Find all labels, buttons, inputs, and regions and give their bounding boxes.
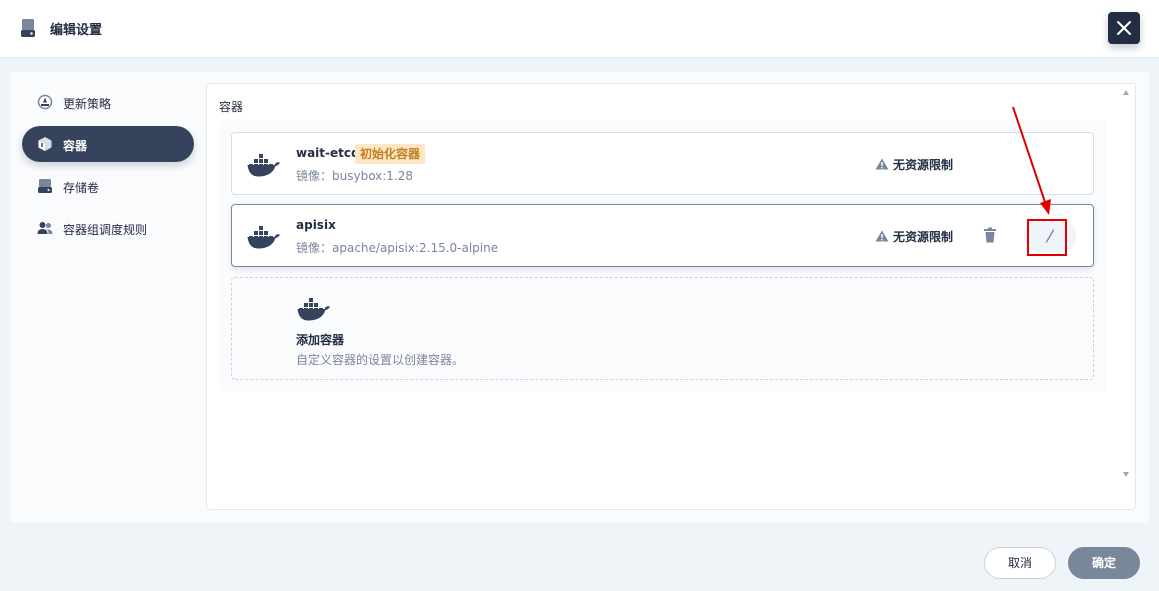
sidebar-item-pod-scheduling[interactable]: 容器组调度规则 — [22, 210, 194, 246]
container-image: 镜像：busybox:1.28 — [296, 169, 414, 183]
resource-limit-label: 无资源限制 — [893, 158, 954, 172]
container-name: apisix — [296, 218, 336, 232]
drive-icon — [21, 19, 35, 37]
storage-volume-icon — [38, 179, 52, 193]
trash-icon[interactable] — [983, 227, 997, 243]
docker-icon — [247, 226, 280, 249]
cancel-button[interactable]: 取消 — [984, 547, 1056, 579]
warning-icon — [875, 158, 889, 170]
add-container-description: 自定义容器的设置以创建容器。 — [296, 353, 465, 367]
container-card-wait-etcd[interactable]: wait-etcd 初始化容器 镜像：busybox:1.28 无资源限制 — [231, 132, 1094, 195]
add-container-button[interactable]: 添加容器 自定义容器的设置以创建容器。 — [231, 277, 1094, 380]
dialog-title: 编辑设置 — [50, 23, 103, 38]
container-box-icon — [38, 137, 52, 151]
ok-button[interactable]: 确定 — [1068, 547, 1140, 579]
scroll-up-arrow-icon[interactable] — [1123, 90, 1129, 95]
sidebar-item-label: 存储卷 — [63, 181, 100, 195]
sidebar-item-label: 更新策略 — [63, 97, 112, 111]
sidebar-item-containers[interactable]: 容器 — [22, 126, 194, 162]
close-button[interactable] — [1108, 12, 1140, 44]
scroll-down-arrow-icon[interactable] — [1123, 472, 1129, 477]
scrollbar[interactable] — [1118, 84, 1135, 484]
warning-icon — [875, 230, 889, 242]
sidebar-item-label: 容器组调度规则 — [63, 223, 148, 237]
close-icon — [1117, 21, 1131, 35]
sidebar-item-storage-volumes[interactable]: 存储卷 — [22, 168, 194, 204]
update-strategy-icon — [37, 94, 53, 110]
add-container-title: 添加容器 — [296, 333, 345, 347]
resource-limit-label: 无资源限制 — [893, 230, 954, 244]
init-container-badge: 初始化容器 — [355, 144, 426, 164]
containers-section-label: 容器 — [219, 100, 244, 114]
container-name: wait-etcd — [296, 146, 360, 160]
annotation-highlight-box — [1027, 219, 1067, 256]
users-scheduling-icon — [37, 222, 53, 234]
sidebar-item-update-strategy[interactable]: 更新策略 — [22, 84, 194, 120]
dialog-header: 编辑设置 — [0, 0, 1159, 58]
docker-icon — [247, 154, 280, 177]
sidebar-item-label: 容器 — [63, 139, 88, 153]
docker-icon — [297, 298, 330, 321]
container-card-apisix[interactable]: apisix 镜像：apache/apisix:2.15.0-alpine 无资… — [231, 204, 1094, 267]
container-image: 镜像：apache/apisix:2.15.0-alpine — [296, 241, 499, 255]
